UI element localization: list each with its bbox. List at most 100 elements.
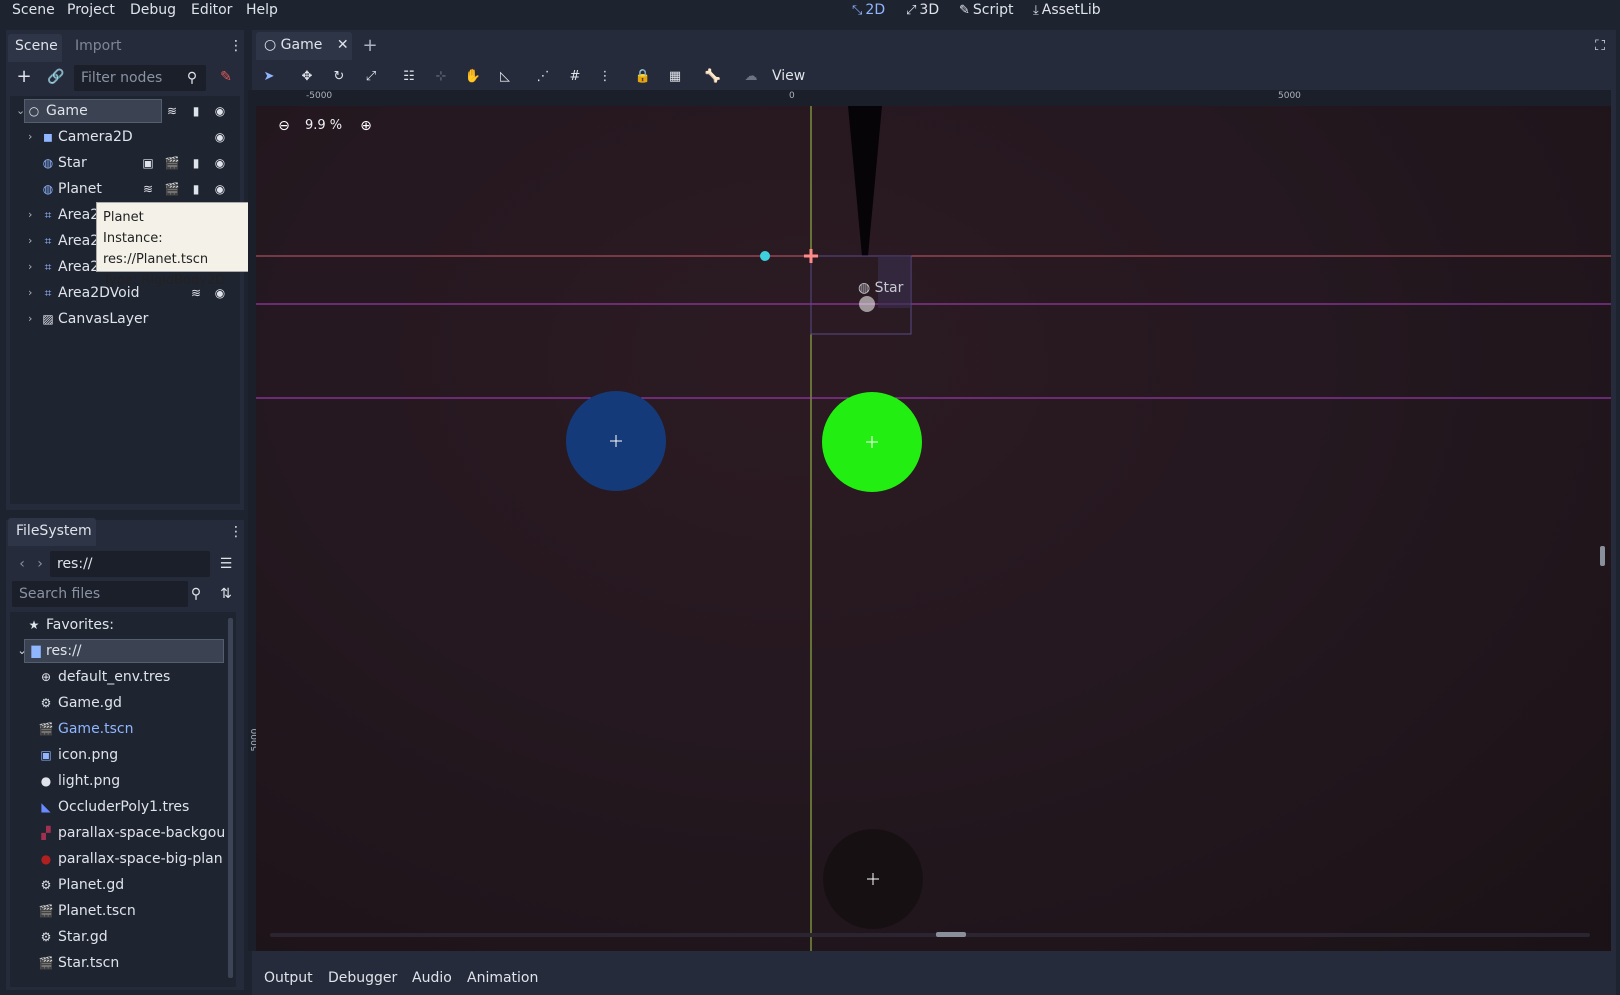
tab-filesystem[interactable]: FileSystem (16, 523, 92, 539)
visibility-eye-icon[interactable]: ◉ (211, 151, 229, 175)
file-row[interactable]: ▣ icon.png (24, 743, 224, 767)
snap-options-icon[interactable]: ⋮ (594, 66, 616, 88)
file-row[interactable]: 🎬 Star.tscn (24, 951, 224, 975)
list-select-icon[interactable]: ☷ (398, 66, 420, 88)
grid-snap-icon[interactable]: # (564, 66, 586, 88)
root-folder-row[interactable]: ⌄ ▇ res:// (14, 639, 214, 663)
tab-import[interactable]: Import (75, 38, 121, 54)
tab-audio[interactable]: Audio (412, 970, 452, 986)
horizontal-scroll-handle[interactable] (936, 932, 966, 937)
file-row[interactable]: ⊕ default_env.tres (24, 665, 224, 689)
zoom-level[interactable]: 9.9 % (305, 118, 342, 133)
open-scene-icon[interactable]: 🎬 (163, 151, 181, 175)
visibility-eye-icon[interactable]: ◉ (211, 99, 229, 123)
lock-icon[interactable]: 🔒 (632, 66, 654, 88)
favorites-row[interactable]: ★ Favorites: (16, 613, 216, 637)
expand-arrow-icon[interactable]: › (28, 281, 32, 305)
expand-arrow-icon[interactable]: › (28, 203, 32, 227)
tab-debugger[interactable]: Debugger (328, 970, 397, 986)
forward-arrow-icon[interactable]: › (30, 554, 50, 574)
filesystem-menu-icon[interactable]: ⋮ (226, 522, 246, 542)
file-row[interactable]: 🎬 Planet.tscn (24, 899, 224, 923)
search-files-input[interactable]: Search files (12, 581, 188, 607)
tree-node-camera2d[interactable]: › ◼ Camera2D ◉ (12, 125, 237, 149)
file-row[interactable]: ⚙ Game.gd (24, 691, 224, 715)
file-row[interactable]: ▞ parallax-space-backgou (24, 821, 224, 845)
expand-arrow-icon[interactable]: › (28, 307, 32, 331)
tree-node-game[interactable]: ⌄ ○ Game ≋ ▮ ◉ (12, 99, 237, 123)
group-icon[interactable]: ▦ (664, 66, 686, 88)
visibility-eye-icon[interactable]: ◉ (211, 177, 229, 201)
open-scene-icon[interactable]: 🎬 (163, 177, 181, 201)
signal-icon[interactable]: ≋ (139, 177, 157, 201)
canvas-viewport[interactable]: ⊖ 9.9 % ⊕ ◍ Star (256, 106, 1611, 951)
script-icon[interactable]: ▮ (187, 177, 205, 201)
visibility-eye-icon[interactable]: ◉ (211, 125, 229, 149)
script-icon[interactable]: ▮ (187, 99, 205, 123)
skeleton-icon[interactable]: ☁ (740, 66, 762, 88)
menu-scene[interactable]: Scene (12, 2, 55, 18)
file-row[interactable]: ⚙ Star.gd (24, 925, 224, 949)
expand-arrow-icon[interactable]: › (28, 125, 32, 149)
move-tool-icon[interactable]: ✥ (296, 66, 318, 88)
workspace-3d-button[interactable]: ⤢ 3D (906, 2, 939, 18)
tree-node-star[interactable]: ◍ Star ▣ 🎬 ▮ ◉ (12, 151, 237, 175)
workspace-script-button[interactable]: ✎ Script (959, 2, 1014, 18)
tab-scene[interactable]: Scene (15, 38, 58, 54)
distraction-free-icon[interactable]: ⛶ (1590, 36, 1610, 56)
file-row[interactable]: ◣ OccluderPoly1.tres (24, 795, 224, 819)
signal-icon[interactable]: ≋ (163, 99, 181, 123)
close-icon[interactable]: ✕ (337, 37, 349, 53)
file-row[interactable]: 🎬 Game.tscn (24, 717, 224, 741)
menu-project[interactable]: Project (67, 2, 115, 18)
new-tab-icon[interactable]: + (360, 36, 380, 56)
collapse-arrow-icon[interactable]: ⌄ (16, 99, 25, 123)
workspace-assetlib-button[interactable]: ⤓ AssetLib (1033, 2, 1101, 18)
rotate-tool-icon[interactable]: ↻ (328, 66, 350, 88)
tab-animation[interactable]: Animation (467, 970, 538, 986)
file-row[interactable]: ● light.png (24, 769, 224, 793)
horizontal-scrollbar[interactable] (270, 933, 1590, 937)
zoom-in-icon[interactable]: ⊕ (356, 116, 376, 136)
tree-node-canvaslayer[interactable]: › ▨ CanvasLayer (12, 307, 237, 331)
sort-icon[interactable]: ⇅ (216, 584, 236, 604)
folder-icon: ▇ (31, 644, 41, 658)
view-menu[interactable]: View (772, 68, 805, 84)
script-icon[interactable]: ▮ (187, 151, 205, 175)
add-node-icon[interactable]: + (14, 67, 34, 87)
ruler-tool-icon[interactable]: ◺ (494, 66, 516, 88)
back-arrow-icon[interactable]: ‹ (12, 554, 32, 574)
bone-icon[interactable]: 🦴 (702, 66, 724, 88)
group-icon[interactable]: ▣ (139, 151, 157, 175)
menu-debug[interactable]: Debug (130, 2, 176, 18)
menu-editor[interactable]: Editor (191, 2, 232, 18)
file-row[interactable]: ● parallax-space-big-plan (24, 847, 224, 871)
scale-tool-icon[interactable]: ⤢ (360, 66, 382, 88)
area2d-icon: ⌗ (44, 260, 52, 274)
split-view-icon[interactable]: ☰ (216, 554, 236, 574)
pivot-tool-icon[interactable]: ⊹ (430, 66, 452, 88)
instance-scene-icon[interactable]: 🔗 (46, 67, 66, 87)
file-tree-scrollbar[interactable] (228, 618, 233, 978)
select-tool-icon[interactable]: ➤ (258, 66, 280, 88)
filesystem-path-input[interactable]: res:// (50, 551, 210, 577)
vertical-scroll-handle[interactable] (1600, 546, 1605, 566)
tree-node-planet[interactable]: ◍ Planet ≋ 🎬 ▮ ◉ (12, 177, 237, 201)
star-node-label: ◍ Star (858, 280, 904, 296)
smart-snap-icon[interactable]: ⋰ (532, 66, 554, 88)
node2d-icon: ○ (28, 104, 40, 118)
menu-help[interactable]: Help (246, 2, 278, 18)
pan-tool-icon[interactable]: ✋ (462, 66, 484, 88)
tab-output[interactable]: Output (264, 970, 313, 986)
expand-arrow-icon[interactable]: › (28, 255, 32, 279)
canvaslayer-icon: ▨ (42, 312, 54, 326)
expand-arrow-icon[interactable]: › (28, 229, 32, 253)
zoom-out-icon[interactable]: ⊖ (274, 116, 294, 136)
file-row[interactable]: ⚙ Planet.gd (24, 873, 224, 897)
scene-tab-game[interactable]: ○ Game ✕ (264, 37, 349, 53)
workspace-2d-button[interactable]: ⤡ 2D (852, 2, 885, 18)
attach-script-icon[interactable]: ✎ (216, 67, 236, 87)
scene-dock-menu-icon[interactable]: ⋮ (226, 36, 246, 56)
ruler-label: -5000 (306, 91, 333, 101)
scene-canvas[interactable] (256, 106, 1611, 951)
